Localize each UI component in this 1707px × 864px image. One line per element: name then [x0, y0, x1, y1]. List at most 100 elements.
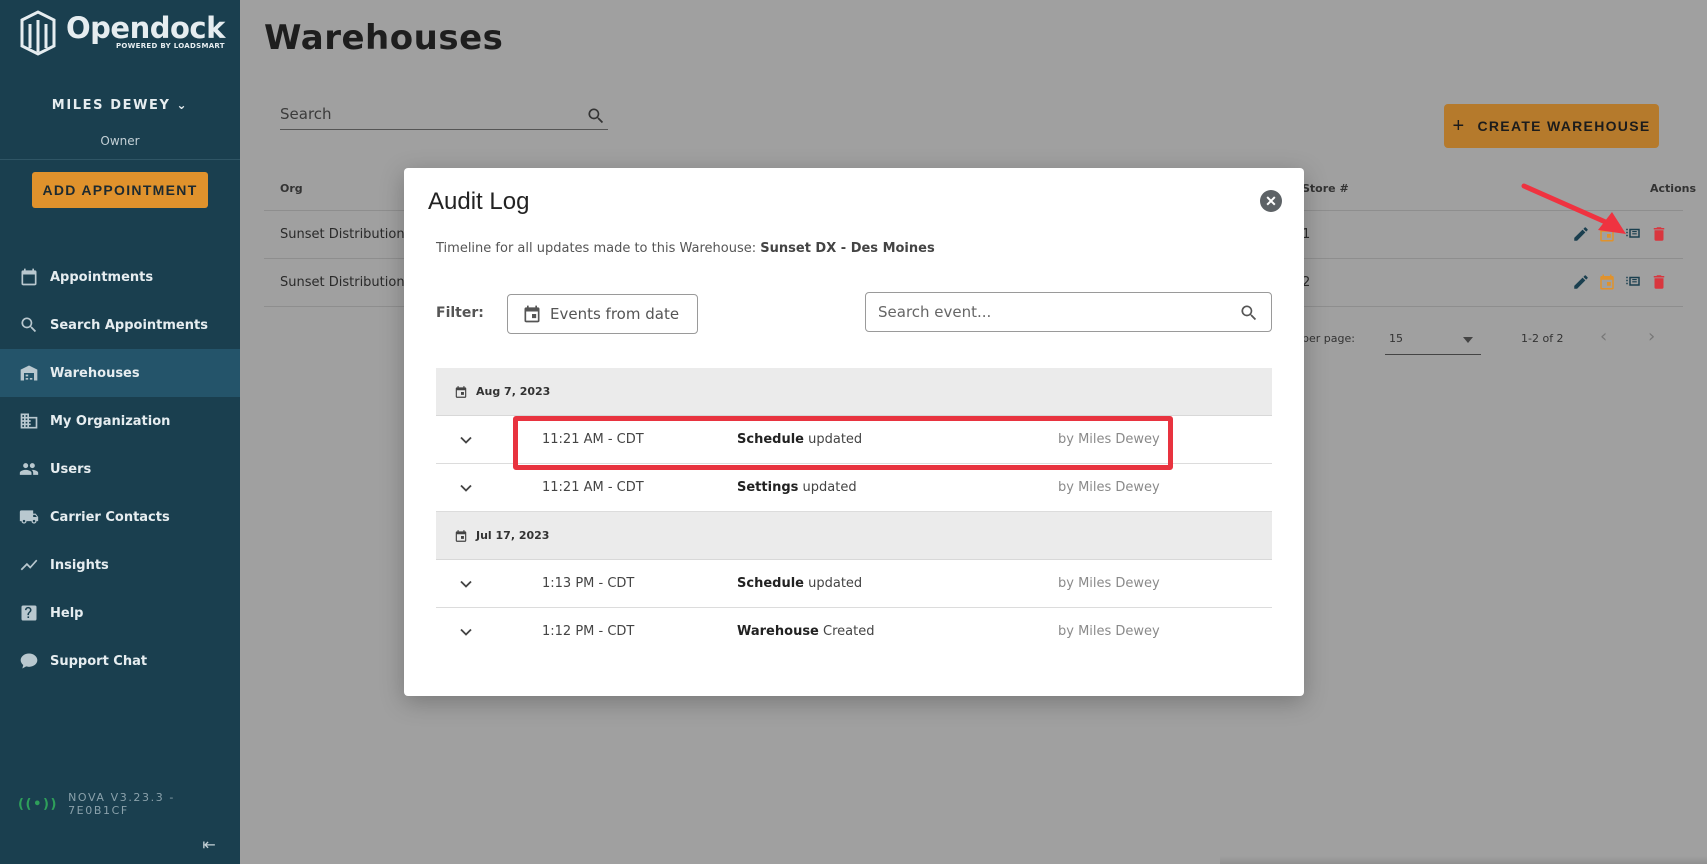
audit-log-icon[interactable]: [1624, 273, 1642, 291]
close-icon[interactable]: ✕: [1260, 190, 1282, 212]
sidebar-item-label: Warehouses: [50, 365, 140, 381]
delete-icon[interactable]: [1650, 273, 1668, 291]
audit-entry[interactable]: 1:12 PM - CDT Warehouse Created by Miles…: [436, 608, 1272, 656]
column-header-store[interactable]: Store #: [1302, 182, 1349, 195]
entry-description: Warehouse Created: [737, 624, 874, 639]
entry-subject: Warehouse: [737, 624, 819, 639]
brand-name: Opendock: [66, 11, 225, 45]
events-from-date-field[interactable]: [507, 294, 698, 334]
entry-action: updated: [802, 480, 857, 495]
help-icon: [18, 602, 40, 624]
events-from-date-input[interactable]: [550, 305, 690, 323]
chevron-down-icon[interactable]: [456, 574, 476, 594]
user-name: MILES DEWEY: [51, 98, 171, 113]
page-title: Warehouses: [264, 18, 504, 58]
warehouse-search: [280, 104, 608, 130]
warehouse-icon: [18, 362, 40, 384]
column-header-actions: Actions: [1650, 182, 1696, 195]
entry-time: 11:21 AM - CDT: [542, 480, 644, 495]
opendock-logo-icon: [18, 10, 58, 56]
delete-icon[interactable]: [1650, 225, 1668, 243]
search-icon[interactable]: [586, 106, 606, 126]
filter-label: Filter:: [436, 305, 484, 321]
plus-icon: +: [1452, 114, 1466, 137]
sidebar-item-support-chat[interactable]: Support Chat: [0, 637, 240, 685]
sidebar-item-help[interactable]: Help: [0, 589, 240, 637]
sidebar-item-label: Users: [50, 461, 92, 477]
sidebar-item-warehouses[interactable]: Warehouses: [0, 349, 240, 397]
search-input[interactable]: [280, 105, 570, 123]
user-menu[interactable]: MILES DEWEY ⌄: [0, 98, 240, 113]
edit-icon[interactable]: [1572, 273, 1590, 291]
brand-logo[interactable]: Opendock POWERED BY LOADSMART: [18, 10, 225, 60]
sidebar-item-label: Help: [50, 605, 84, 621]
entry-time: 1:12 PM - CDT: [542, 624, 635, 639]
next-page-icon[interactable]: ›: [1648, 326, 1655, 347]
chevron-down-icon[interactable]: [456, 430, 476, 450]
entry-description: Settings updated: [737, 480, 857, 495]
chart-line-icon: [18, 554, 40, 576]
add-appointment-button[interactable]: ADD APPOINTMENT: [32, 172, 208, 208]
create-warehouse-button[interactable]: + CREATE WAREHOUSE: [1444, 104, 1659, 148]
sidebar-item-carrier-contacts[interactable]: Carrier Contacts: [0, 493, 240, 541]
entry-subject: Settings: [737, 480, 799, 495]
chat-icon: [18, 650, 40, 672]
event-search-field[interactable]: [865, 292, 1272, 332]
warehouse-name: Sunset DX - Des Moines: [760, 241, 935, 256]
column-header-org[interactable]: Org: [280, 182, 303, 195]
sidebar-item-users[interactable]: Users: [0, 445, 240, 493]
chevron-down-icon[interactable]: [456, 622, 476, 642]
entry-subject: Schedule: [737, 576, 804, 591]
audit-entry[interactable]: 11:21 AM - CDT Settings updated by Miles…: [436, 464, 1272, 512]
calendar-action-icon[interactable]: [1598, 273, 1616, 291]
annotation-highlight-box: [513, 416, 1173, 470]
sidebar-item-my-organization[interactable]: My Organization: [0, 397, 240, 445]
audit-log-dialog: Audit Log ✕ Timeline for all updates mad…: [404, 168, 1304, 696]
signal-icon: ((•)): [18, 796, 59, 812]
date-group-header: Jul 17, 2023: [436, 512, 1272, 560]
sidebar-nav: Appointments Search Appointments Warehou…: [0, 253, 240, 685]
rows-per-page-label: per page:: [1302, 332, 1355, 345]
sidebar-item-label: Insights: [50, 557, 109, 573]
sidebar-item-appointments[interactable]: Appointments: [0, 253, 240, 301]
annotation-arrow-icon: [1521, 183, 1626, 234]
timeline-prefix: Timeline for all updates made to this Wa…: [436, 241, 757, 256]
group-date: Jul 17, 2023: [476, 529, 550, 542]
sidebar-item-insights[interactable]: Insights: [0, 541, 240, 589]
sidebar-item-search-appointments[interactable]: Search Appointments: [0, 301, 240, 349]
entry-author: by Miles Dewey: [1058, 480, 1160, 495]
search-event-input[interactable]: [878, 303, 1218, 321]
sidebar-item-label: Carrier Contacts: [50, 509, 170, 525]
date-group-header: Aug 7, 2023: [436, 368, 1272, 416]
collapse-sidebar-icon[interactable]: ⇤: [198, 834, 220, 856]
group-date: Aug 7, 2023: [476, 385, 551, 398]
version-info: ((•)) NOVA V3.23.3 - 7E0B1CF: [18, 791, 240, 817]
sidebar-item-label: Search Appointments: [50, 317, 208, 333]
rows-per-page-select[interactable]: 15: [1385, 327, 1481, 355]
calendar-icon: [18, 266, 40, 288]
dropdown-arrow-icon: [1463, 337, 1473, 343]
users-icon: [18, 458, 40, 480]
entry-description: Schedule updated: [737, 576, 862, 591]
sidebar-item-label: Appointments: [50, 269, 154, 285]
entry-author: by Miles Dewey: [1058, 576, 1160, 591]
building-icon: [18, 410, 40, 432]
footer-shadow: [1220, 856, 1707, 864]
calendar-icon: [524, 305, 540, 323]
chevron-down-icon[interactable]: [456, 478, 476, 498]
sidebar-item-label: My Organization: [50, 413, 171, 429]
audit-entry[interactable]: 1:13 PM - CDT Schedule updated by Miles …: [436, 560, 1272, 608]
sidebar-item-label: Support Chat: [50, 653, 148, 669]
cell-org: Sunset Distribution: [280, 275, 405, 290]
search-icon[interactable]: [1239, 303, 1259, 323]
entry-author: by Miles Dewey: [1058, 624, 1160, 639]
user-role: Owner: [100, 134, 140, 148]
cell-org: Sunset Distribution: [280, 227, 405, 242]
entry-action: updated: [808, 576, 863, 591]
prev-page-icon[interactable]: ‹: [1600, 326, 1607, 347]
timeline-description: Timeline for all updates made to this Wa…: [436, 241, 935, 256]
chevron-down-icon: ⌄: [176, 98, 189, 112]
calendar-icon: [455, 385, 467, 398]
entry-action: Created: [823, 624, 875, 639]
rows-per-page-value: 15: [1389, 332, 1403, 345]
